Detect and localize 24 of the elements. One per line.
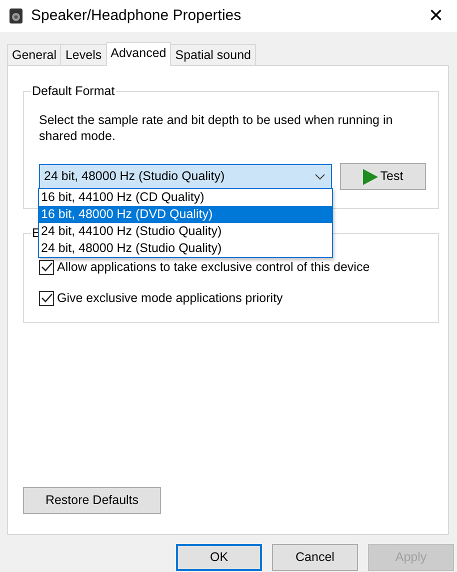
dropdown-value: 24 bit, 48000 Hz (Studio Quality): [44, 168, 225, 186]
format-dropdown[interactable]: 24 bit, 48000 Hz (Studio Quality): [39, 164, 332, 190]
checkbox-label: Allow applications to take exclusive control of this device: [57, 259, 370, 276]
dropdown-option[interactable]: 16 bit, 48000 Hz (DVD Quality): [39, 206, 332, 223]
tab[interactable]: Spatial sound: [170, 44, 256, 65]
window-title: Speaker/Headphone Properties: [31, 6, 242, 26]
close-button[interactable]: ×: [422, 4, 449, 28]
dropdown-option[interactable]: 24 bit, 48000 Hz (Studio Quality): [39, 240, 332, 257]
caret-icon: [315, 174, 326, 180]
play-icon: [363, 168, 378, 184]
tab[interactable]: Advanced: [106, 42, 172, 66]
group-label: Default Format: [31, 84, 116, 98]
checkbox[interactable]: [39, 290, 54, 306]
tab[interactable]: General: [7, 44, 62, 65]
dialog-button[interactable]: OK: [176, 544, 262, 571]
dropdown-option[interactable]: 24 bit, 44100 Hz (Studio Quality): [39, 223, 332, 240]
test-button[interactable]: Test: [340, 163, 426, 190]
restore-defaults-button[interactable]: Restore Defaults: [23, 487, 161, 514]
dialog-button[interactable]: Cancel: [272, 544, 358, 571]
dropdown-option[interactable]: 16 bit, 44100 Hz (CD Quality): [39, 189, 332, 206]
description-text: Select the sample rate and bit depth to be used when running in shared mode.: [39, 112, 394, 144]
checkbox-label: Give exclusive mode applications priority: [57, 290, 283, 307]
speaker-icon: [9, 8, 23, 24]
checkbox[interactable]: [39, 260, 54, 275]
